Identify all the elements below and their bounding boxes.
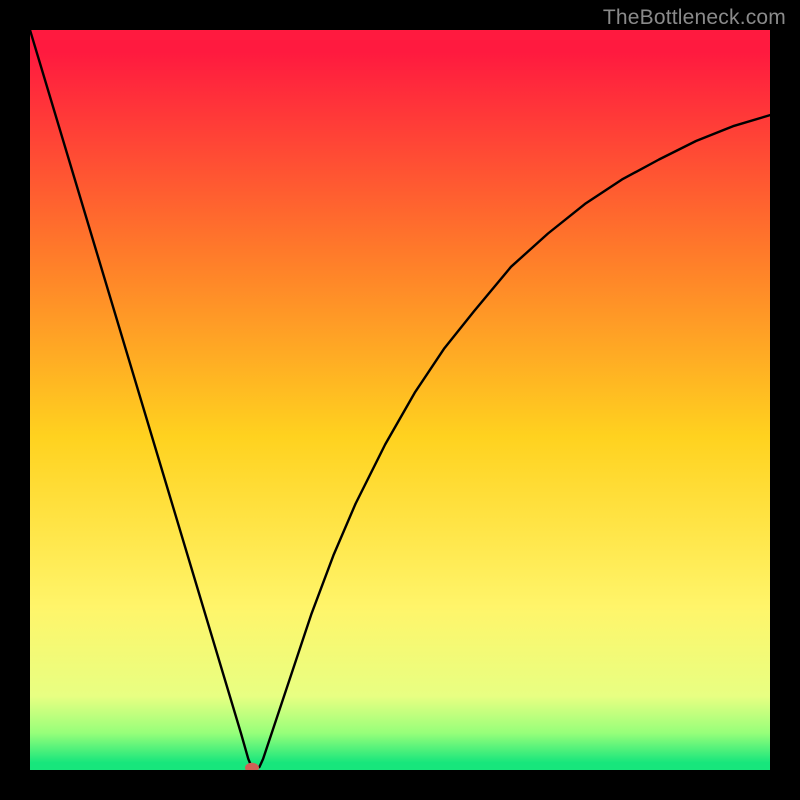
chart-frame: TheBottleneck.com bbox=[0, 0, 800, 800]
plot-area bbox=[30, 30, 770, 770]
bottleneck-chart bbox=[30, 30, 770, 770]
watermark-label: TheBottleneck.com bbox=[603, 6, 786, 30]
